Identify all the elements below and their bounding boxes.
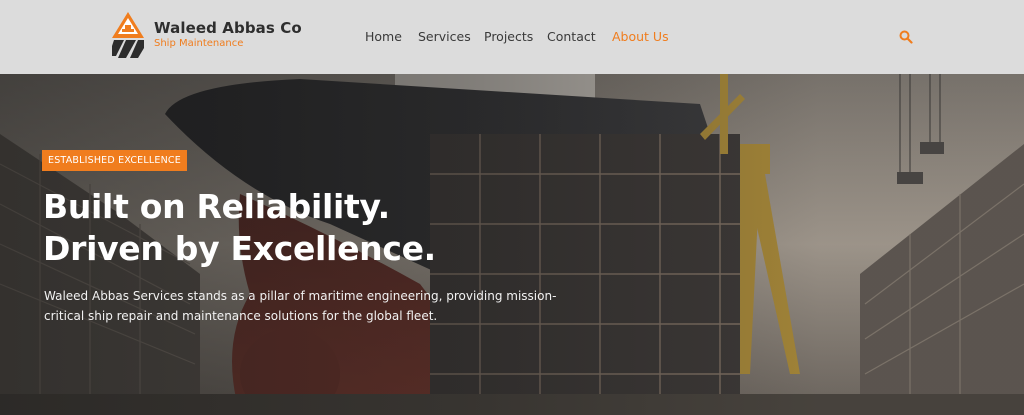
hero-lead-text: Waleed Abbas Services stands as a pillar… xyxy=(44,289,557,323)
site-header: Waleed Abbas Co Ship Maintenance Home Se… xyxy=(0,0,1024,74)
search-icon[interactable] xyxy=(899,30,913,44)
nav-item-about-us[interactable]: About Us xyxy=(612,29,669,44)
hero-headline-line-1: Built on Reliability. xyxy=(43,187,390,226)
hero-section: ESTABLISHED EXCELLENCE Built on Reliabil… xyxy=(0,74,1024,415)
nav-item-home[interactable]: Home xyxy=(365,29,402,44)
hero-badge: ESTABLISHED EXCELLENCE xyxy=(42,150,187,171)
nav-item-projects[interactable]: Projects xyxy=(484,29,533,44)
nav-item-contact[interactable]: Contact xyxy=(547,29,596,44)
nav-item-services[interactable]: Services xyxy=(418,29,471,44)
hero-headline-line-2: Driven by Excellence. xyxy=(43,229,436,268)
hero-headline: Built on Reliability. Driven by Excellen… xyxy=(43,186,603,270)
main-nav: Home Services Projects Contact About Us xyxy=(0,29,1024,45)
